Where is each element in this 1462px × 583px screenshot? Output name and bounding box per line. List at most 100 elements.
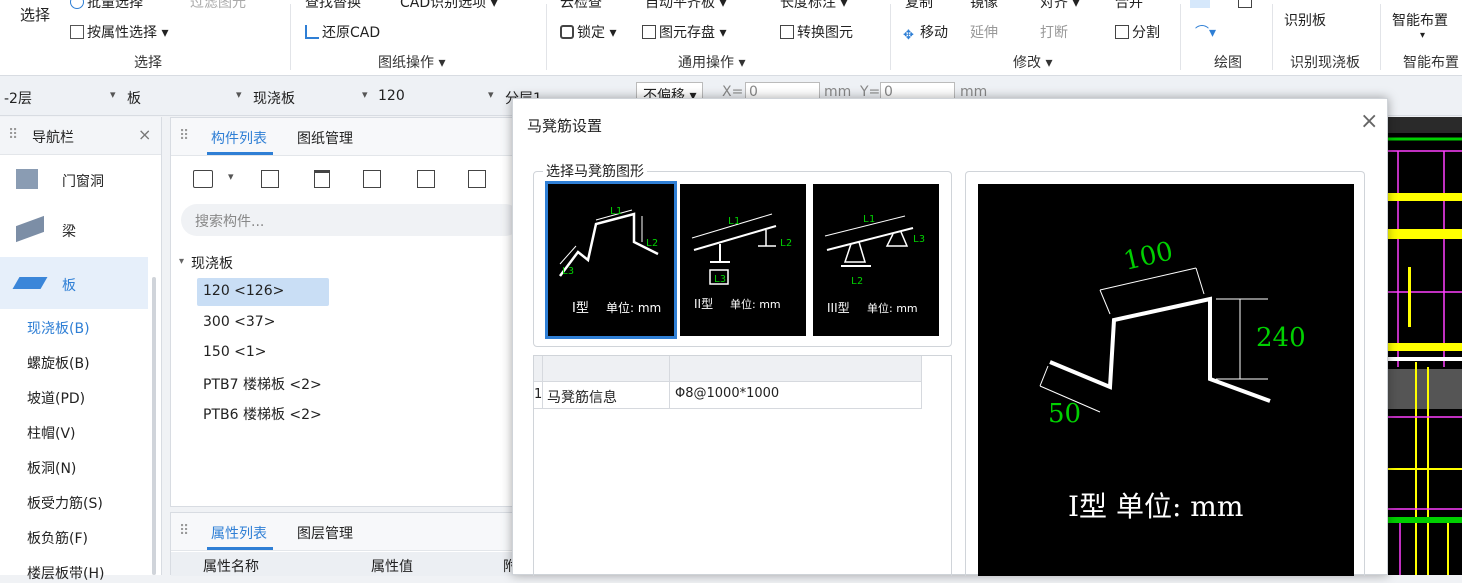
group-label-common: 通用操作 ▾ (678, 55, 746, 71)
preview-dim-top: 100 (1121, 236, 1176, 276)
spec-select[interactable]: 120 (378, 88, 405, 104)
list-item[interactable]: 150 <1> (203, 344, 267, 360)
column-header: 属性名称 (203, 559, 259, 575)
copy-component-icon[interactable] (261, 170, 279, 188)
subitem-slab-hole[interactable]: 板洞(N) (27, 458, 76, 478)
nav-item-slab[interactable]: 板 (0, 257, 148, 309)
row-value[interactable]: Φ8@1000*1000 (675, 386, 779, 401)
split-button[interactable]: 分割 (1115, 22, 1160, 42)
tab-component-list[interactable]: 构件列表 (211, 128, 267, 148)
auto-level-button[interactable]: 自动平齐板 ▾ (645, 0, 726, 12)
list-item[interactable]: 300 <37> (203, 314, 275, 330)
dim-l1: L1 (863, 214, 875, 225)
shape-option-type-2[interactable]: L1 L2 L3 II型 单位: mm (680, 184, 806, 336)
collapse-icon[interactable]: ▾ (179, 256, 184, 267)
save-element-button[interactable]: 图元存盘 ▾ (642, 22, 726, 42)
chevron-down-icon[interactable]: ▾ (228, 170, 234, 183)
shape-type-2-drawing: L1 L2 L3 II型 单位: mm (691, 213, 792, 311)
ribbon-toolbar: 选择 批量选择 过滤图元 按属性选择 ▾ 选择 查找替换 CAD识别选项 ▾ 还… (0, 0, 1462, 76)
tab-drawing-management[interactable]: 图纸管理 (297, 128, 353, 148)
subitem-cast-slab[interactable]: 现浇板(B) (27, 318, 90, 338)
move-button[interactable]: ✥ 移动 (903, 22, 948, 43)
drag-handle-icon[interactable]: ⠿ (8, 127, 18, 143)
length-label-button[interactable]: 长度标注 ▾ (780, 0, 847, 12)
subitem-floor-band[interactable]: 楼层板带(H) (27, 563, 104, 583)
close-icon[interactable]: × (138, 125, 151, 144)
filter-element-button[interactable]: 过滤图元 (190, 0, 246, 12)
divider (290, 4, 291, 70)
draw-arc-button[interactable]: ⌒▾ (1195, 22, 1216, 42)
shape-type-label: II型 (694, 297, 713, 311)
chevron-down-icon[interactable]: ▾ (236, 88, 242, 101)
drag-handle-icon[interactable]: ⠿ (179, 523, 189, 539)
component-tabs: ⠿ 构件列表 图纸管理 (171, 118, 514, 156)
shape-type-1-drawing: L1 L2 L3 I型 单位: mm (559, 206, 661, 316)
shape-preview-drawing: 100 240 50 I型 单位: mm (1039, 236, 1306, 523)
batch-select-icon (70, 0, 84, 9)
tab-property-list[interactable]: 属性列表 (211, 523, 267, 543)
copy-button[interactable]: 复制 (905, 0, 933, 12)
import-icon[interactable] (468, 170, 486, 188)
search-input[interactable]: 搜索构件... (181, 204, 521, 236)
smart-layout-button[interactable]: 智能布置 (1392, 10, 1448, 30)
restore-cad-button[interactable]: 还原CAD (305, 22, 380, 42)
cloud-check-button[interactable]: 云检查 (560, 0, 602, 12)
chevron-down-icon[interactable]: ▾ (1420, 30, 1425, 41)
subitem-column-cap[interactable]: 柱帽(V) (27, 423, 76, 443)
save-icon[interactable] (417, 170, 435, 188)
list-item-selected[interactable]: 120 <126> (197, 278, 329, 306)
beam-icon (16, 215, 44, 243)
subitem-spiral-slab[interactable]: 螺旋板(B) (27, 353, 90, 373)
attr-select-button[interactable]: 按属性选择 ▾ (70, 22, 168, 42)
convert-element-button[interactable]: 转换图元 (780, 22, 853, 42)
nav-item-beam[interactable]: 梁 (0, 205, 148, 257)
break-button[interactable]: 打断 (1040, 22, 1068, 42)
category-select[interactable]: 板 (127, 88, 141, 108)
group-label-smart: 智能布置 (1403, 55, 1459, 71)
divider (542, 356, 543, 382)
subitem-slab-rebar[interactable]: 板受力筋(S) (27, 493, 103, 513)
list-item[interactable]: PTB6 楼梯板 <2> (203, 404, 322, 424)
batch-select-button[interactable]: 批量选择 (70, 0, 143, 12)
floor-select[interactable]: -2层 (4, 88, 32, 108)
cad-canvas[interactable] (1388, 117, 1462, 575)
restore-cad-icon (305, 25, 319, 39)
cad-options-button[interactable]: CAD识别选项 ▾ (400, 0, 498, 12)
chevron-down-icon[interactable]: ▾ (488, 88, 494, 101)
divider (921, 382, 922, 409)
new-component-icon[interactable] (193, 170, 213, 188)
subitem-slab-negative-rebar[interactable]: 板负筋(F) (27, 528, 88, 548)
shape-option-type-1[interactable]: L1 L2 L3 I型 单位: mm (545, 181, 677, 339)
find-replace-button[interactable]: 查找替换 (305, 0, 361, 12)
convert-element-icon (780, 25, 794, 39)
draw-rect-button[interactable] (1238, 0, 1252, 8)
column-header: 属性值 (371, 559, 413, 575)
list-item[interactable]: PTB7 楼梯板 <2> (203, 374, 322, 394)
layer-copy-icon[interactable] (363, 170, 381, 188)
chevron-down-icon[interactable]: ▾ (110, 88, 116, 101)
group-label-draw: 绘图 (1214, 55, 1242, 71)
divider (1180, 4, 1181, 70)
drag-handle-icon[interactable]: ⠿ (179, 128, 189, 144)
type-select[interactable]: 现浇板 (253, 88, 295, 108)
shape-option-type-3[interactable]: L1 L2 L3 III型 单位: mm (813, 184, 939, 336)
tree-group-cast-slab[interactable]: 现浇板 (191, 253, 233, 273)
merge-button[interactable]: 合并 (1115, 0, 1143, 12)
component-list-panel: ⠿ 构件列表 图纸管理 ▾ 搜索构件... ▾ 现浇板 120 <126> 30… (170, 117, 521, 507)
close-icon[interactable]: × (1360, 109, 1378, 134)
chevron-down-icon[interactable]: ▾ (362, 88, 368, 101)
tab-layer-management[interactable]: 图层管理 (297, 523, 353, 543)
align-button[interactable]: 对齐 ▾ (1040, 0, 1079, 12)
delete-icon[interactable] (314, 170, 330, 188)
draw-line-button[interactable] (1190, 0, 1210, 8)
select-button[interactable]: 选择 (20, 4, 50, 25)
subitem-ramp[interactable]: 坡道(PD) (27, 388, 85, 408)
lock-button[interactable]: 锁定 ▾ (560, 22, 616, 42)
extend-button[interactable]: 延伸 (970, 22, 998, 42)
identify-board-button[interactable]: 识别板 (1284, 10, 1326, 30)
mirror-button[interactable]: 镜像 (970, 0, 998, 12)
nav-item-door[interactable]: 门窗洞 (0, 155, 148, 205)
table-row[interactable]: 1 马凳筋信息 Φ8@1000*1000 (534, 382, 922, 409)
scrollbar[interactable] (152, 277, 156, 575)
nav-item-label: 板 (62, 278, 76, 294)
